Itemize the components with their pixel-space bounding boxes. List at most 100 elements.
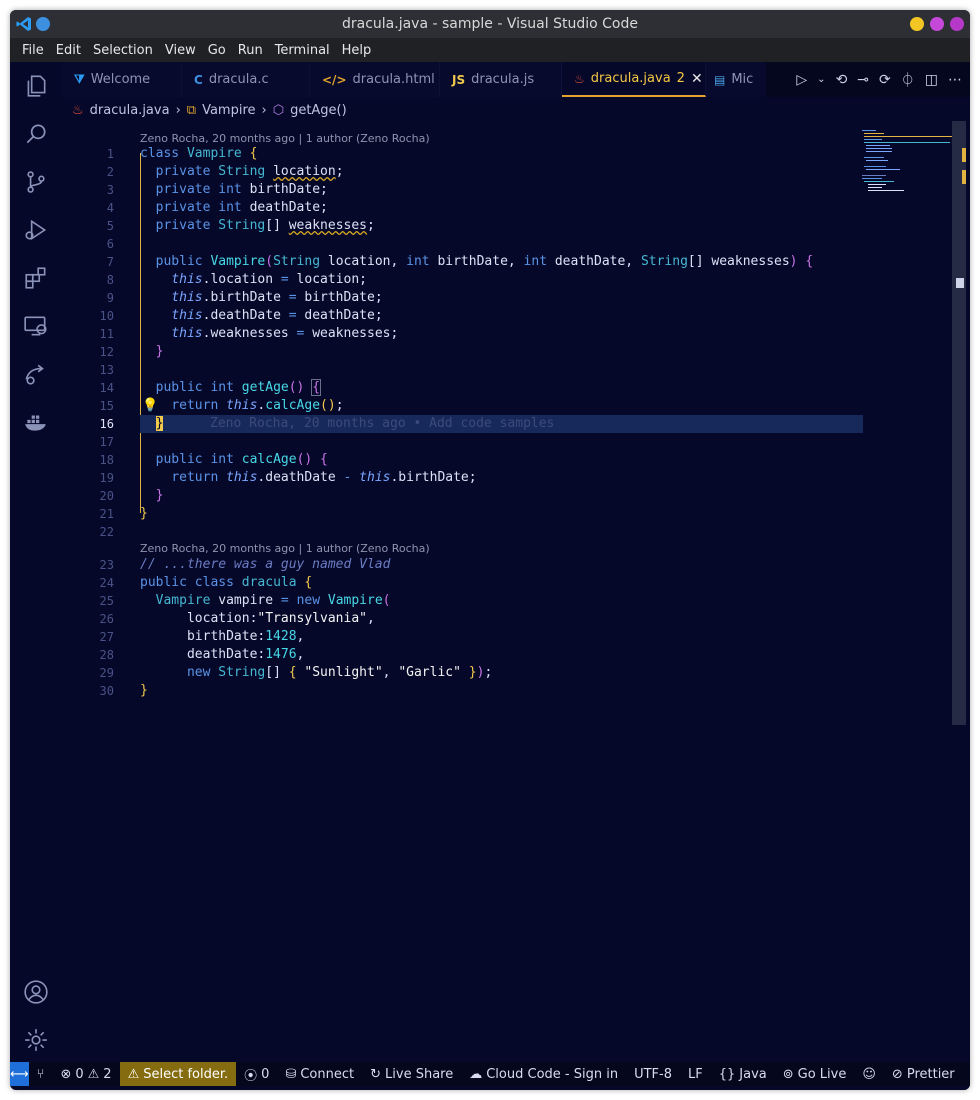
class-icon: ⧉ [186, 102, 197, 118]
error-count: 0 [75, 1066, 84, 1082]
code-line: 20 } [99, 488, 164, 503]
code-line: 4 private int deathDate; [106, 200, 328, 215]
code-line: 30} [99, 683, 148, 698]
warning-icon: ⚠ [87, 1066, 100, 1082]
vscode-icon: ⧩ [74, 72, 85, 86]
problems-button[interactable]: ⊗ 0 ⚠ 2 [52, 1062, 119, 1086]
go-forward-icon[interactable]: ⟳ [879, 72, 891, 88]
inline-blame: Zeno Rocha, 20 months ago • Add code sam… [210, 416, 555, 431]
tab-label: Mic [731, 72, 754, 87]
tab-dracula-html[interactable]: </> dracula.html [310, 62, 440, 97]
menu-run[interactable]: Run [232, 43, 269, 58]
run-icon[interactable]: ▷ [796, 72, 807, 88]
codelens-blame[interactable]: Zeno Rocha, 20 months ago | 1 author (Ze… [140, 541, 430, 557]
menu-selection[interactable]: Selection [87, 43, 159, 58]
menu-view[interactable]: View [159, 43, 202, 58]
html-file-icon: </> [322, 72, 347, 87]
code-line: 29 new String[] { "Sunlight", "Garlic" }… [99, 665, 493, 680]
code-line: 25 Vampire vampire = new Vampire( [99, 593, 391, 608]
split-editor-icon[interactable]: ◫ [925, 72, 938, 88]
minimap[interactable] [862, 128, 954, 198]
tab-dracula-java[interactable]: ♨ dracula.java 2 ✕ [562, 62, 706, 97]
code-line: 8 this.location = location; [106, 272, 368, 287]
menu-go[interactable]: Go [202, 43, 232, 58]
code-line: 1 class Vampire { [106, 146, 258, 161]
code-line-current: 16 } Zeno Rocha, 20 months ago • Add code… [99, 416, 555, 431]
c-file-icon: C [194, 72, 203, 87]
code-line: 3 private int birthDate; [106, 182, 328, 197]
select-folder-button[interactable]: ⚠ Select folder. [119, 1062, 237, 1086]
code-line: 27 birthDate:1428, [99, 629, 305, 644]
remote-indicator-button[interactable]: ⟷ [10, 1062, 29, 1086]
notifications-button[interactable]: 🔔︎ [963, 1062, 970, 1086]
menu-bar: File Edit Selection View Go Run Terminal… [10, 38, 970, 62]
close-tab-icon[interactable]: ✕ [691, 71, 703, 87]
cloud-code-button[interactable]: ☁ Cloud Code - Sign in [461, 1062, 626, 1086]
tab-label: dracula.c [208, 72, 269, 87]
breadcrumb-method[interactable]: getAge() [290, 103, 347, 118]
prettier-button[interactable]: ⊘ Prettier [884, 1062, 963, 1086]
code-line: 28 deathDate:1476, [99, 647, 305, 662]
live-share-icon[interactable] [22, 360, 50, 388]
activity-bar [10, 62, 62, 1062]
tab-label: dracula.java [590, 71, 671, 86]
code-editor[interactable]: Zeno Rocha, 20 months ago | 1 author (Ze… [62, 121, 952, 1061]
search-icon[interactable] [22, 120, 50, 148]
language-mode-button[interactable]: {} Java [711, 1062, 775, 1086]
docker-icon[interactable] [22, 408, 50, 436]
breadcrumb-file[interactable]: dracula.java [90, 103, 170, 118]
maximize-button[interactable] [930, 17, 944, 31]
menu-file[interactable]: File [16, 43, 50, 58]
extensions-icon[interactable] [22, 264, 50, 292]
minimize-button[interactable] [910, 17, 924, 31]
source-control-icon[interactable] [22, 168, 50, 196]
title-bar: dracula.java - sample - Visual Studio Co… [10, 10, 970, 38]
eol-button[interactable]: LF [680, 1062, 711, 1086]
menu-terminal[interactable]: Terminal [269, 43, 336, 58]
timeline-icon[interactable]: ⏀ [901, 70, 915, 90]
tab-mic[interactable]: ▤ Mic [706, 62, 766, 97]
cloud-icon: ☁ [469, 1066, 483, 1082]
explorer-icon[interactable] [22, 72, 50, 100]
code-line: 10 this.deathDate = deathDate; [99, 308, 383, 323]
tab-label: dracula.html [352, 72, 435, 87]
scrollbar-warning-marker [962, 170, 966, 184]
go-back-icon[interactable]: ⟲ [836, 72, 848, 88]
breadcrumb-class[interactable]: Vampire [202, 103, 255, 118]
feedback-button[interactable]: ☺ [854, 1062, 884, 1086]
tab-label: Welcome [90, 72, 151, 87]
commit-icon[interactable]: ⊸ [857, 72, 869, 88]
go-live-button[interactable]: ⊚ Go Live [775, 1062, 855, 1086]
tab-welcome[interactable]: ⧩ Welcome [62, 62, 182, 97]
remote-explorer-icon[interactable] [22, 312, 50, 340]
code-line: 6 [106, 237, 114, 251]
close-button[interactable] [950, 17, 964, 31]
tab-dracula-c[interactable]: C dracula.c [182, 62, 310, 97]
settings-gear-icon[interactable] [22, 1026, 50, 1054]
accounts-icon[interactable] [22, 978, 50, 1006]
code-line: 24 public class dracula { [99, 575, 313, 590]
menu-edit[interactable]: Edit [50, 43, 87, 58]
window-title: dracula.java - sample - Visual Studio Co… [342, 16, 638, 32]
ports-button[interactable]: ⦿ 0 [236, 1062, 277, 1086]
run-debug-icon[interactable] [22, 216, 50, 244]
more-actions-icon[interactable]: ⋯ [948, 72, 962, 88]
code-line: 7 public Vampire(String location, int bi… [106, 254, 814, 269]
encoding-button[interactable]: UTF-8 [626, 1062, 680, 1086]
connect-button[interactable]: ⛁ Connect [277, 1062, 362, 1086]
branch-icon: ⑂ [36, 1066, 45, 1082]
menu-help[interactable]: Help [336, 43, 378, 58]
warning-count: 2 [103, 1066, 112, 1082]
source-control-status[interactable]: ⑂ [29, 1062, 53, 1086]
chevron-down-icon[interactable]: ⌄ [817, 74, 825, 85]
tab-dracula-js[interactable]: JS dracula.js [440, 62, 562, 97]
code-line: 17 [99, 435, 114, 449]
live-share-button[interactable]: ↻ Live Share [362, 1062, 461, 1086]
vertical-scrollbar[interactable] [952, 121, 966, 725]
code-line: 14 public int getAge() { [99, 379, 322, 396]
warning-icon: ⚠ [127, 1066, 140, 1082]
status-bar: ⟷ ⑂ ⊗ 0 ⚠ 2 ⚠ Select folder. ⦿ 0 ⛁ Connect ↻ L… [10, 1062, 970, 1086]
tab-label: dracula.js [471, 72, 535, 87]
scrollbar-cursor-marker [956, 278, 964, 288]
vscode-window: dracula.java - sample - Visual Studio Co… [10, 10, 970, 1090]
